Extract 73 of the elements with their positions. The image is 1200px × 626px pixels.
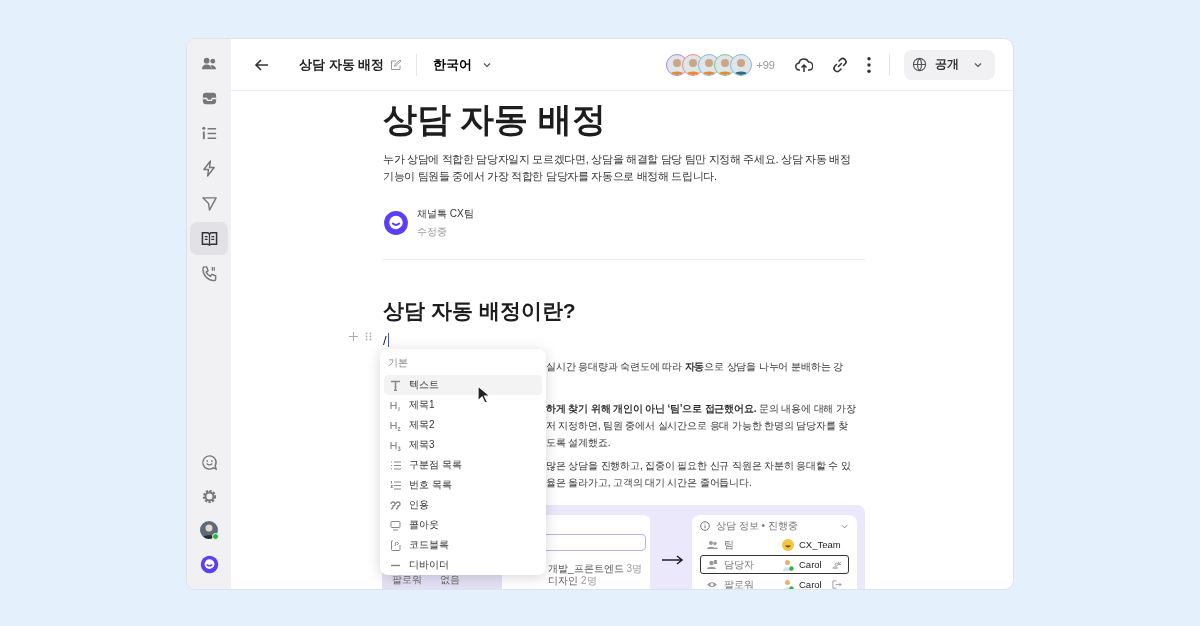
mouse-cursor-icon [477,385,491,405]
sidebar-item[interactable] [190,222,228,255]
paragraph-text: 율은 올라가고, 고객의 대기 시간은 줄어듭니다. [546,476,752,490]
drag-handle-icon [364,332,373,341]
list-icon [200,125,218,142]
menu-item[interactable]: 제목3 [384,435,542,455]
visibility-dropdown[interactable]: 공개 [904,49,995,80]
send-icon [200,195,218,212]
link-icon [831,55,849,74]
language-dropdown[interactable]: 한국어 [431,53,495,76]
chat-smile-icon [200,453,218,471]
menu-section-label: 기본 [387,357,409,370]
row-value: Carol [799,579,822,589]
text-block-icon [390,379,401,391]
h3-block-icon [390,439,401,451]
more-icon [867,56,871,73]
row-label: 담당자 [724,557,755,572]
page-description: 누가 상담에 적합한 담당자일지 모르겠다면, 상담을 해결할 담당 팀만 지정해 주세요. 상담 자동 배정 기능이 팀원들 중에서 가장 적합한 담당자를 자동으로 배정해 드립니다. [383,152,852,184]
row-icon [707,559,718,570]
section-heading: 상담 자동 배정이란? [383,298,577,324]
paragraph-text: 저 지정하면, 팀원 중에서 실시간으로 응대 가능한 한명의 담당자를 찾 [546,419,849,433]
person-avatar-icon [782,558,794,571]
page-title: 상담 자동 배정 [383,99,607,140]
plus-icon [349,332,358,341]
row-icon [707,539,718,550]
menu-item[interactable]: 코드블록 [384,535,542,555]
team-item: 디자인 2명 [548,575,597,587]
row-value: CX_Team [799,539,841,550]
settings-icon [200,487,218,505]
paragraph-text: 도록 설계했죠. [546,436,611,450]
menu-item[interactable]: 텍스트 [384,375,542,395]
edit-status: 수정중 [417,225,448,239]
menu-item[interactable]: 제목2 [384,415,542,435]
bullet-block-icon [390,459,401,471]
menu-item[interactable]: 구분점 목록 [384,455,542,475]
author-name: 채널톡 CX팀 [417,207,474,221]
author-logo-icon [383,210,409,236]
globe-icon [912,57,927,72]
arrow-icon [662,555,684,565]
inbox-icon [200,90,218,107]
field-label: 팔로워 [392,573,422,587]
paragraph-text: 하게 찾기 위해 개인이 아닌 ‘팀'으로 접근했어요. 문의 내용에 대해 가장 [546,402,856,416]
paragraph-text: 많은 상담을 진행하고, 집중이 필요한 신규 직원은 차분히 응대할 수 있 [546,459,851,473]
typed-text[interactable]: / [383,332,387,348]
menu-item[interactable]: 인용 [384,495,542,515]
h1-block-icon [390,399,401,411]
menu-item[interactable]: 제목1 [384,395,542,415]
book-icon [200,230,218,247]
row-value: Carol [799,559,822,570]
h2-block-icon [390,419,401,431]
menu-item[interactable]: 디바이더 [384,555,542,575]
lightning-icon [200,160,218,177]
edit-icon [390,58,403,71]
paragraph-text: 실시간 응대량과 숙련도에 따라 자동으로 상담을 나누어 분배하는 강 [546,360,843,374]
phone-icon [200,265,218,282]
menu-item[interactable]: 콜아웃 [384,515,542,535]
card-title: 상담 정보 • 진행중 [716,519,798,533]
person-avatar-icon [782,578,794,589]
info-icon [700,521,710,531]
row-label: 팀 [724,537,735,552]
user-avatar[interactable] [200,521,218,539]
team-item: 개발_프론트엔드 3명 [548,563,643,575]
number-block-icon [390,479,401,491]
more-users-count: +99 [756,58,775,71]
cloud-upload-icon [795,55,813,74]
people-icon [200,55,218,72]
emoji-icon [782,538,794,551]
row-label: 팔로워 [724,577,755,589]
code-block-icon [390,539,401,551]
document-title: 상담 자동 배정 [299,55,385,74]
menu-item[interactable]: 번호 목록 [384,475,542,495]
callout-block-icon [390,519,401,531]
chat-logo-icon [199,554,219,574]
